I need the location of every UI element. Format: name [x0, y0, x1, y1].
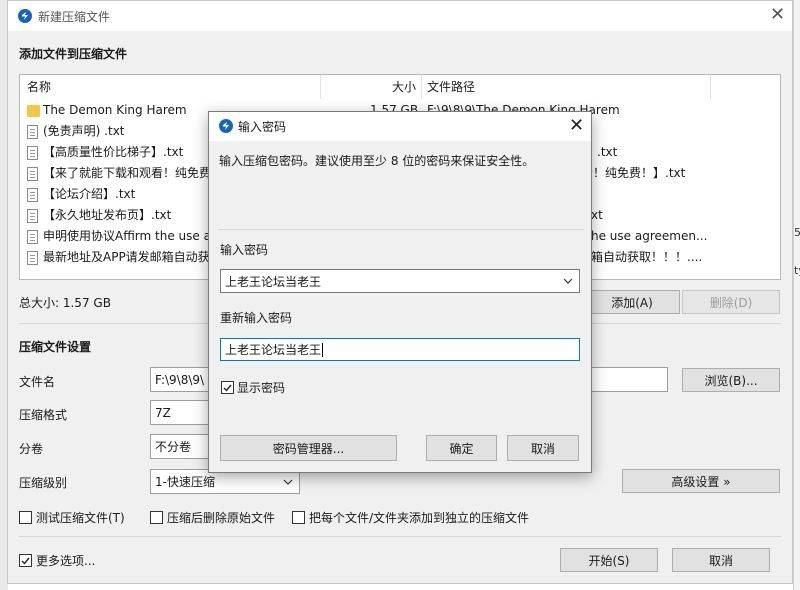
divider	[219, 229, 584, 230]
app-logo-icon	[219, 119, 233, 133]
format-label: 压缩格式	[19, 408, 68, 422]
test-archive-checkbox[interactable]	[19, 511, 32, 524]
delete-after-option[interactable]: 压缩后删除原始文件	[150, 509, 275, 526]
file-path: he use agreemen...	[591, 229, 708, 243]
repeat-password-value: 上老王论坛当老王	[225, 343, 322, 357]
test-archive-option[interactable]: 测试压缩文件(T)	[19, 509, 125, 526]
background-right-edge: 51 ty	[793, 0, 800, 590]
file-name: 【永久地址发布页】.txt	[43, 208, 172, 222]
background-snippet-2: ty	[794, 264, 800, 277]
column-header-path[interactable]: 文件路径	[427, 75, 475, 99]
cancel-button[interactable]: 取消	[672, 548, 770, 572]
repeat-password-label: 重新输入密码	[220, 311, 293, 325]
level-label: 压缩级别	[19, 476, 68, 490]
delete-after-label: 压缩后删除原始文件	[167, 511, 276, 525]
more-options-label: 更多选项...	[36, 554, 96, 568]
separate-archives-checkbox[interactable]	[292, 511, 305, 524]
more-options-option[interactable]: 更多选项...	[19, 552, 95, 569]
column-header-name[interactable]: 名称	[27, 75, 51, 99]
dialog-description: 输入压缩包密码。建议使用至少 8 位的密码来保证安全性。	[219, 154, 535, 168]
file-icon	[27, 167, 38, 181]
file-path: 箱自动获取！！！....	[591, 250, 703, 264]
column-header-size[interactable]: 大小	[392, 75, 416, 99]
more-options-checkbox[interactable]	[19, 554, 32, 567]
dialog-title-bar: 输入密码 ✕	[209, 112, 591, 141]
text-cursor	[322, 342, 324, 357]
show-password-label: 显示密码	[237, 381, 286, 395]
dialog-title: 输入密码	[238, 120, 287, 134]
app-logo-icon	[18, 9, 32, 23]
total-size: 总大小: 1.57 GB	[19, 296, 111, 310]
browse-button[interactable]: 浏览(B)...	[682, 368, 780, 392]
file-path: xt	[591, 208, 603, 222]
split-value: 不分卷	[155, 440, 192, 454]
window-title: 新建压缩文件	[38, 10, 111, 24]
filename-value: F:\9\8\9\	[155, 372, 205, 387]
file-icon	[27, 230, 38, 244]
title-bar: 新建压缩文件 ✕	[8, 1, 792, 31]
advanced-settings-button[interactable]: 高级设置 »	[622, 469, 780, 493]
separate-archives-label: 把每个文件/文件夹添加到独立的压缩文件	[309, 511, 530, 525]
level-value: 1-快速压缩	[155, 475, 215, 489]
password-dialog: 输入密码 ✕ 输入压缩包密码。建议使用至少 8 位的密码来保证安全性。 输入密码…	[208, 111, 592, 473]
file-name: The Demon King Harem	[43, 103, 187, 117]
file-path: .txt	[597, 145, 618, 159]
file-icon	[27, 146, 38, 160]
delete-after-checkbox[interactable]	[150, 511, 163, 524]
file-icon	[27, 188, 38, 202]
chevron-down-icon	[281, 475, 295, 489]
file-icon	[27, 209, 38, 223]
file-name: 【论坛介绍】.txt	[43, 187, 136, 201]
close-icon[interactable]: ✕	[770, 6, 785, 24]
add-button[interactable]: 添加(A)	[584, 290, 680, 314]
column-separator	[710, 75, 711, 99]
repeat-password-input[interactable]: 上老王论坛当老王	[220, 338, 580, 361]
split-label: 分卷	[19, 442, 44, 456]
file-name: 申明使用协议Affirm the use ag	[43, 229, 219, 243]
file-icon	[27, 251, 38, 265]
test-archive-label: 测试压缩文件(T)	[36, 511, 125, 525]
column-separator	[421, 75, 422, 99]
separate-archives-option[interactable]: 把每个文件/文件夹添加到独立的压缩文件	[292, 509, 529, 526]
file-path: 看！纯免费！】.txt	[581, 166, 686, 180]
file-name: (免责声明) .txt	[43, 124, 125, 138]
settings-header: 压缩文件设置	[19, 340, 92, 354]
dialog-close-icon[interactable]: ✕	[569, 117, 584, 135]
ok-button[interactable]: 确定	[426, 435, 497, 461]
chevron-down-icon	[561, 274, 575, 288]
divider	[19, 536, 781, 537]
folder-icon	[27, 105, 40, 117]
password-label: 输入密码	[220, 243, 269, 257]
delete-button[interactable]: 删除(D)	[682, 290, 780, 314]
show-password-option[interactable]: 显示密码	[221, 379, 285, 396]
password-manager-button[interactable]: 密码管理器...	[220, 435, 397, 461]
start-button[interactable]: 开始(S)	[560, 548, 658, 572]
file-icon	[27, 125, 38, 139]
file-name: 最新地址及APP请发邮箱自动获	[43, 250, 210, 264]
column-separator	[320, 75, 321, 99]
format-value: 7Z	[155, 405, 171, 420]
files-section-header: 添加文件到压缩文件	[19, 47, 128, 61]
dialog-cancel-button[interactable]: 取消	[507, 435, 579, 461]
file-name: 【高质量性价比梯子】.txt	[43, 145, 184, 159]
password-value: 上老王论坛当老王	[225, 274, 322, 289]
file-name: 【来了就能下载和观看！纯免费	[43, 166, 212, 180]
show-password-checkbox[interactable]	[221, 381, 234, 394]
background-snippet-1: 51	[794, 226, 800, 239]
filename-label: 文件名	[19, 375, 56, 389]
password-combobox[interactable]: 上老王论坛当老王	[220, 269, 580, 293]
